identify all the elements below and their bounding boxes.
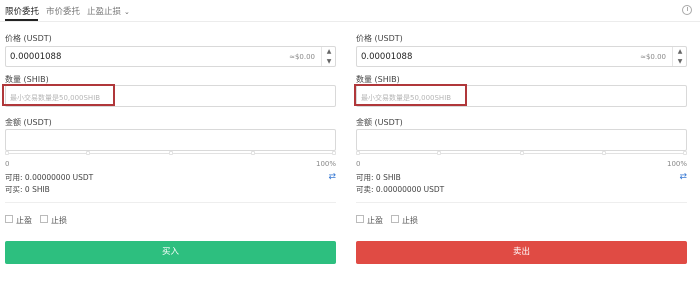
- tab-market-order[interactable]: 市价委托: [46, 5, 80, 17]
- buy-stop-loss-label: 止损: [51, 216, 67, 225]
- buy-amount-input[interactable]: [5, 129, 336, 151]
- buy-qty-highlight: [2, 84, 115, 106]
- slider-tick[interactable]: [356, 151, 360, 155]
- sell-take-profit-checkbox[interactable]: [356, 215, 364, 223]
- buy-price-equiv: ≈$0.00: [289, 53, 315, 61]
- sell-price-equiv: ≈$0.00: [640, 53, 666, 61]
- sell-available: 可用: 0 SHIB: [356, 173, 401, 182]
- divider: [356, 202, 687, 203]
- slider-max-label: 100%: [666, 160, 687, 168]
- sell-price-value: 0.00001088: [361, 52, 413, 62]
- slider-tick[interactable]: [332, 151, 336, 155]
- slider-tick[interactable]: [437, 151, 441, 155]
- sell-panel: 价格 (USDT) 0.00001088 ≈$0.00 ▲ ▼ 数量 (SHIB…: [354, 22, 687, 291]
- buy-price-label: 价格 (USDT): [5, 34, 52, 43]
- divider: [5, 202, 336, 203]
- step-up-icon[interactable]: ▲: [322, 47, 336, 57]
- buy-button[interactable]: 买入: [5, 241, 336, 264]
- chevron-down-icon: ⌄: [124, 8, 130, 16]
- slider-tick[interactable]: [251, 151, 255, 155]
- buy-can-buy: 可买: 0 SHIB: [5, 185, 50, 194]
- buy-take-profit-checkbox[interactable]: [5, 215, 13, 223]
- buy-stop-loss-checkbox[interactable]: [40, 215, 48, 223]
- buy-price-stepper[interactable]: ▲ ▼: [321, 47, 335, 66]
- sell-stop-loss-checkbox[interactable]: [391, 215, 399, 223]
- buy-price-input[interactable]: 0.00001088 ≈$0.00 ▲ ▼: [5, 46, 336, 67]
- buy-panel: 价格 (USDT) 0.00001088 ≈$0.00 ▲ ▼ 数量 (SHIB…: [2, 22, 336, 291]
- sell-qty-highlight: [354, 84, 467, 106]
- tab-stop-order[interactable]: 止盈止损 ⌄: [87, 5, 130, 17]
- slider-tick[interactable]: [602, 151, 606, 155]
- sell-amount-input[interactable]: [356, 129, 687, 151]
- slider-min-label: 0: [356, 160, 361, 168]
- swap-icon[interactable]: ⇄: [679, 172, 687, 182]
- buy-amount-label: 金额 (USDT): [5, 118, 52, 127]
- sell-price-stepper[interactable]: ▲ ▼: [672, 47, 686, 66]
- buy-take-profit-label: 止盈: [16, 216, 32, 225]
- sell-price-label: 价格 (USDT): [356, 34, 403, 43]
- sell-stop-loss-label: 止损: [402, 216, 418, 225]
- tab-limit-order[interactable]: 限价委托: [5, 5, 39, 17]
- sell-price-input[interactable]: 0.00001088 ≈$0.00 ▲ ▼: [356, 46, 687, 67]
- slider-max-label: 100%: [315, 160, 336, 168]
- step-down-icon[interactable]: ▼: [673, 57, 687, 67]
- buy-percent-slider[interactable]: [5, 151, 336, 155]
- sell-can-sell: 可卖: 0.00000000 USDT: [356, 185, 445, 194]
- slider-tick[interactable]: [86, 151, 90, 155]
- sell-amount-label: 金额 (USDT): [356, 118, 403, 127]
- step-up-icon[interactable]: ▲: [673, 47, 687, 57]
- active-tab-indicator: [5, 19, 38, 21]
- tab-stop-order-label: 止盈止损: [87, 7, 122, 17]
- sell-button[interactable]: 卖出: [356, 241, 687, 264]
- swap-icon[interactable]: ⇄: [328, 172, 336, 182]
- slider-min-label: 0: [5, 160, 10, 168]
- clock-icon[interactable]: [682, 5, 692, 15]
- slider-tick[interactable]: [683, 151, 687, 155]
- slider-tick[interactable]: [5, 151, 9, 155]
- buy-price-value: 0.00001088: [10, 52, 62, 62]
- slider-tick[interactable]: [169, 151, 173, 155]
- order-type-tabs: 限价委托 市价委托 止盈止损 ⌄: [0, 0, 700, 22]
- sell-take-profit-label: 止盈: [367, 216, 383, 225]
- slider-tick[interactable]: [520, 151, 524, 155]
- step-down-icon[interactable]: ▼: [322, 57, 336, 67]
- buy-available: 可用: 0.00000000 USDT: [5, 173, 94, 182]
- sell-percent-slider[interactable]: [356, 151, 687, 155]
